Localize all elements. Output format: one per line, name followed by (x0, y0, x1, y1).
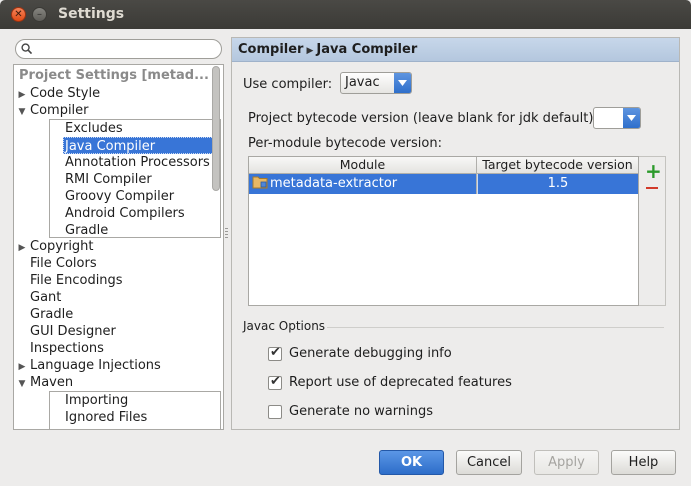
breadcrumb-compiler: Compiler (238, 42, 304, 57)
module-folder-icon (252, 176, 268, 189)
module-name: metadata-extractor (270, 176, 398, 191)
tree-item-importing[interactable]: Importing (50, 392, 128, 409)
apply-button[interactable]: Apply (534, 450, 599, 475)
close-icon: ✕ (14, 8, 23, 20)
section-divider (327, 327, 664, 328)
search-icon (21, 43, 32, 54)
target-version-cell[interactable]: 1.5 (477, 174, 638, 194)
close-window-button[interactable]: ✕ (11, 7, 26, 22)
chevron-down-icon (623, 108, 640, 128)
tree-item-gradle[interactable]: Gradle (14, 306, 73, 323)
tree-item-compiler[interactable]: ▼ Compiler (14, 102, 89, 119)
tree-item-java-compiler[interactable]: Java Compiler (63, 137, 220, 154)
breadcrumb: Compiler ▶ Java Compiler (238, 42, 417, 57)
add-icon[interactable]: + (645, 159, 662, 183)
checkmark-icon: ✔ (270, 374, 281, 389)
use-compiler-label: Use compiler: (243, 77, 333, 92)
column-divider (476, 157, 477, 194)
panel-splitter-handle[interactable] (225, 228, 228, 240)
tree-item-gui-designer[interactable]: GUI Designer (14, 323, 116, 340)
tree-item-file-colors[interactable]: File Colors (14, 255, 97, 272)
checkmark-icon: ✔ (270, 345, 281, 360)
tree-item-excludes[interactable]: Excludes (50, 120, 220, 137)
tree-section-header: Project Settings [metad... (19, 68, 209, 83)
bytecode-version-label: Project bytecode version (leave blank fo… (248, 111, 598, 126)
bytecode-version-select[interactable] (593, 107, 641, 129)
tree-item-annotation-processors[interactable]: Annotation Processors (50, 154, 210, 171)
minimize-icon: – (37, 8, 42, 20)
tree-item-ignored-files[interactable]: Ignored Files (50, 409, 147, 426)
minimize-window-button[interactable]: – (32, 7, 47, 22)
tree-item-file-encodings[interactable]: File Encodings (14, 272, 123, 289)
collapse-arrow-icon[interactable]: ▼ (14, 104, 30, 121)
per-module-label: Per-module bytecode version: (248, 136, 442, 151)
table-toolbar: + (639, 156, 666, 306)
column-header-module[interactable]: Module (249, 157, 476, 174)
checkbox-checked[interactable]: ✔ (268, 345, 282, 361)
module-cell[interactable]: metadata-extractor (252, 174, 476, 194)
breadcrumb-java-compiler: Java Compiler (316, 42, 418, 57)
settings-search-input[interactable] (15, 39, 222, 59)
table-header: Module Target bytecode version (249, 157, 638, 174)
checkbox-checked[interactable]: ✔ (268, 374, 282, 390)
tree-item-maven[interactable]: ▼ Maven (14, 374, 74, 393)
checkbox-unchecked[interactable] (268, 405, 282, 419)
use-compiler-select[interactable]: Javac (340, 72, 412, 94)
tree-scrollbar[interactable] (211, 66, 221, 428)
tree-item-groovy-compiler[interactable]: Groovy Compiler (50, 188, 174, 205)
chevron-down-icon (394, 73, 411, 93)
window-titlebar: ✕ – Settings (0, 0, 691, 29)
tree-item-compiler-gradle[interactable]: Gradle (50, 222, 108, 239)
window-title: Settings (58, 6, 125, 22)
tree-item-copyright[interactable]: ▶ Copyright (14, 238, 94, 255)
collapse-arrow-icon[interactable]: ▼ (14, 376, 30, 393)
column-header-target-version[interactable]: Target bytecode version (477, 157, 638, 174)
cancel-button[interactable]: Cancel (456, 450, 522, 475)
help-button[interactable]: Help (611, 450, 676, 475)
use-compiler-value: Javac (345, 75, 380, 90)
tree-item-gant[interactable]: Gant (14, 289, 61, 306)
tree-item-android-compilers[interactable]: Android Compilers (50, 205, 185, 222)
settings-tree: Project Settings [metad... ▶ Code Style ▼… (13, 64, 224, 430)
table-row[interactable]: metadata-extractor 1.5 (249, 174, 638, 194)
breadcrumb-separator-icon: ▶ (306, 46, 314, 56)
panel-header: Compiler ▶ Java Compiler (232, 38, 679, 62)
maven-children: Importing Ignored Files (49, 391, 221, 429)
remove-icon[interactable] (646, 187, 658, 189)
tree-item-rmi-compiler[interactable]: RMI Compiler (50, 171, 152, 188)
tree-item-code-style[interactable]: ▶ Code Style (14, 85, 101, 102)
tree-item-language-injections[interactable]: ▶ Language Injections (14, 357, 161, 374)
javac-options-title: Javac Options (243, 319, 326, 333)
java-compiler-panel: Compiler ▶ Java Compiler Use compiler: Jav… (231, 37, 680, 430)
tree-scrollbar-thumb[interactable] (212, 66, 220, 191)
module-bytecode-table: Module Target bytecode version metadata-… (248, 156, 639, 306)
tree-item-inspections[interactable]: Inspections (14, 340, 104, 357)
compiler-children: Excludes Java Compiler Annotation Proces… (49, 119, 221, 238)
ok-button[interactable]: OK (379, 450, 444, 475)
